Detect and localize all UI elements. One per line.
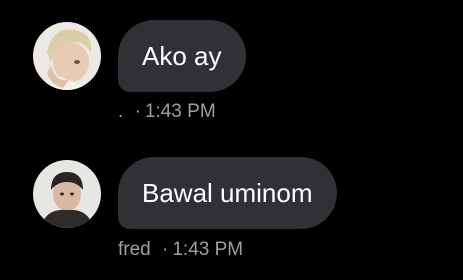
message-bubble[interactable]: Bawal uminom [118,157,337,229]
message-meta: . · 1:43 PM [118,101,216,123]
meta-separator: · [162,239,169,260]
message-time: 1:43 PM [172,239,244,260]
sender-name: fred [118,239,151,260]
avatar[interactable] [33,22,101,90]
avatar[interactable] [33,160,101,228]
chat-thread: Ako ay . · 1:43 PM Bawal uminom fred · 1:4… [0,0,463,280]
message-meta: fred · 1:43 PM [118,239,243,261]
message-time: 1:43 PM [144,101,216,122]
sender-name: . [118,101,124,122]
user-avatar-photo [33,22,101,90]
user-avatar-photo [33,160,101,228]
message-text: Bawal uminom [142,178,313,208]
message-row: Bawal uminom fred · 1:43 PM [0,140,463,280]
message-bubble[interactable]: Ako ay [118,20,246,92]
message-row: Ako ay . · 1:43 PM [0,0,463,140]
message-text: Ako ay [142,41,222,71]
meta-separator: · [134,101,141,122]
